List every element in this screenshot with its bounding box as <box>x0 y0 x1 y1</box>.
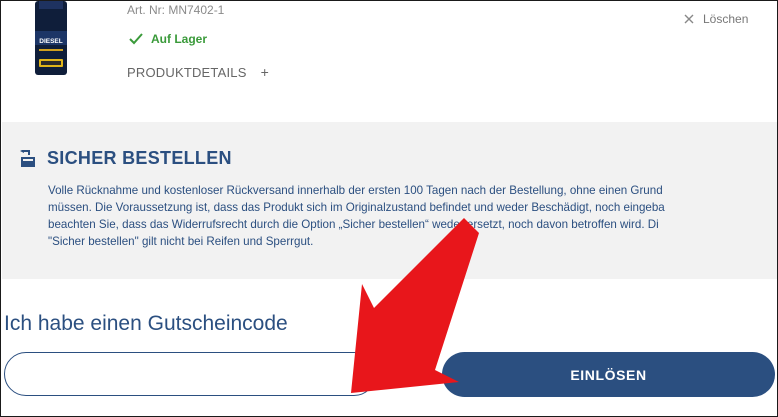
safe-order-title: SICHER BESTELLEN <box>47 148 232 168</box>
stock-status-label: Auf Lager <box>151 32 208 46</box>
stock-status: Auf Lager <box>129 32 207 46</box>
close-icon <box>684 14 694 24</box>
product-image[interactable]: DIESEL <box>31 1 71 75</box>
article-number: Art. Nr: MN7402-1 <box>127 3 225 17</box>
check-icon <box>129 33 143 45</box>
product-details-label: PRODUKTDETAILS <box>127 64 247 80</box>
package-return-icon <box>20 149 35 167</box>
remove-item-button[interactable]: Löschen <box>684 12 748 26</box>
safe-order-line: Volle Rücknahme und kostenloser Rückvers… <box>48 184 663 197</box>
cart-page: DIESEL Art. Nr: MN7402-1 Auf Lager PRODU… <box>0 0 778 417</box>
voucher-heading: Ich habe einen Gutscheincode <box>4 312 288 335</box>
plus-icon: + <box>260 64 269 80</box>
arrow-down-left-icon <box>351 218 479 393</box>
product-image-brand: DIESEL <box>39 38 63 45</box>
safe-order-header: SICHER BESTELLEN <box>18 148 232 169</box>
product-details-toggle[interactable]: PRODUKTDETAILS + <box>127 64 269 80</box>
remove-item-label: Löschen <box>703 12 749 26</box>
